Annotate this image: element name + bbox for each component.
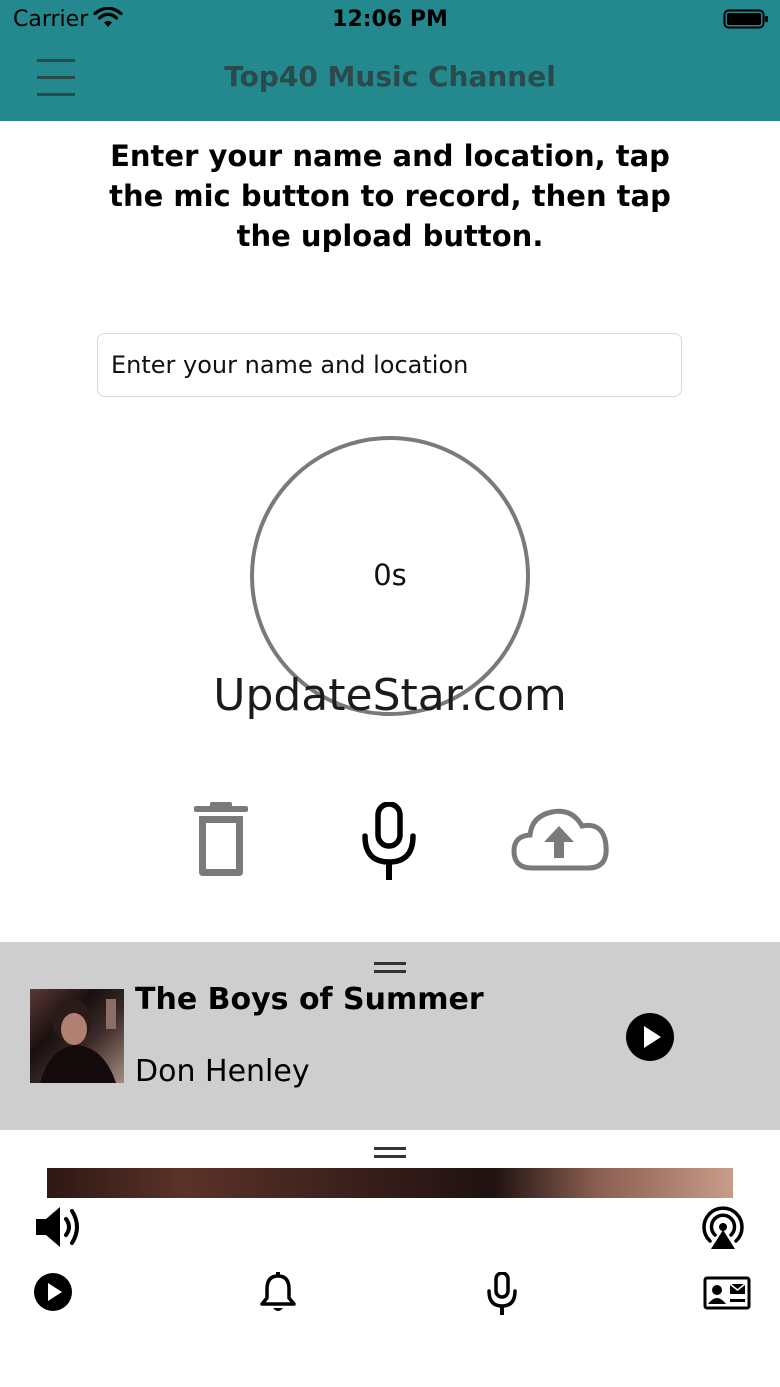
name-location-input[interactable] <box>97 333 682 397</box>
large-album-art <box>47 1168 733 1198</box>
nav-bar: Top40 Music Channel <box>0 40 780 121</box>
volume-icon[interactable] <box>34 1204 82 1250</box>
page-title: Top40 Music Channel <box>224 60 556 93</box>
cloud-upload-icon[interactable] <box>510 804 610 874</box>
play-icon[interactable] <box>626 1013 674 1061</box>
tab-play-icon[interactable] <box>33 1272 73 1312</box>
mini-player[interactable]: The Boys of Summer Don Henley <box>0 942 780 1130</box>
instructions-text: Enter your name and location, tap the mi… <box>109 139 671 253</box>
record-timer-label: 0s <box>373 558 407 592</box>
mic-icon[interactable] <box>358 802 420 882</box>
status-bar: Carrier 12:06 PM <box>0 0 780 40</box>
drag-handle-icon[interactable] <box>374 962 406 974</box>
status-time: 12:06 PM <box>332 7 448 32</box>
trash-icon[interactable] <box>190 802 252 878</box>
battery-icon <box>723 9 768 29</box>
watermark: UpdateStar.com <box>213 670 567 721</box>
tab-mic-icon[interactable] <box>486 1272 518 1316</box>
drag-handle-icon[interactable] <box>374 1147 406 1159</box>
song-artist: Don Henley <box>135 1054 310 1089</box>
contact-card-icon[interactable] <box>703 1276 751 1310</box>
album-art <box>30 989 124 1083</box>
airplay-icon[interactable] <box>699 1203 747 1251</box>
song-title: The Boys of Summer <box>135 982 484 1017</box>
bell-icon[interactable] <box>259 1272 297 1314</box>
